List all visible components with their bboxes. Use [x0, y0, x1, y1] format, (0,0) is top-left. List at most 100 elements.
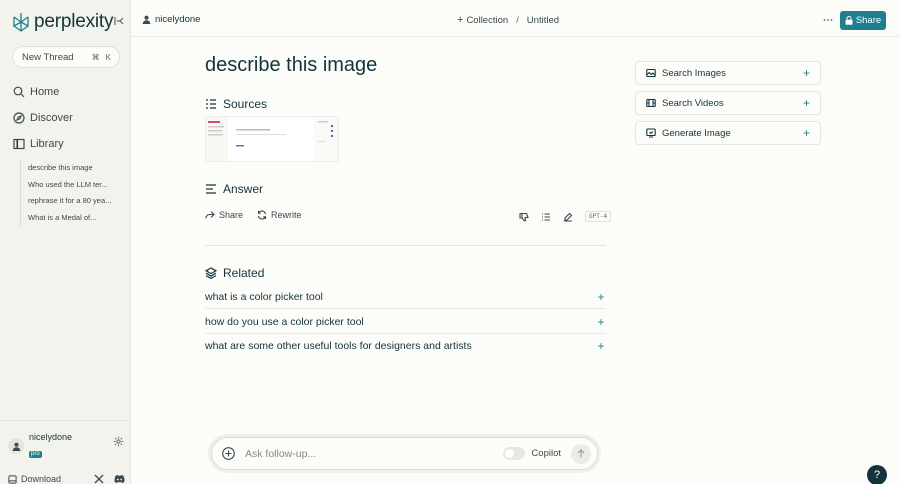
answer-actions: Share Rewrite: [205, 210, 302, 220]
header-user[interactable]: nicelydone: [142, 14, 200, 25]
sidebar-item-label: Library: [30, 138, 64, 150]
page-title: describe this image: [205, 54, 378, 76]
download-button[interactable]: Download: [8, 474, 61, 484]
video-icon: [646, 98, 656, 108]
section-divider: [205, 245, 606, 246]
answer-icon: [206, 184, 216, 194]
download-label: Download: [21, 474, 62, 484]
rewrite-button[interactable]: Rewrite: [257, 210, 302, 220]
help-label: ?: [873, 469, 881, 481]
plus-icon: +: [597, 339, 605, 353]
sidebar-item-label: Discover: [30, 112, 73, 124]
library-item[interactable]: describe this image: [28, 160, 118, 177]
list-icon[interactable]: [541, 212, 551, 222]
layers-icon: [205, 267, 217, 279]
generate-image-label: Generate Image: [662, 127, 731, 139]
help-button[interactable]: ?: [867, 465, 887, 484]
search-images-label: Search Images: [662, 67, 726, 79]
related-label: Related: [223, 266, 265, 280]
related-question-text: what are some other useful tools for des…: [205, 340, 472, 352]
collection-label: Collection: [466, 14, 509, 26]
pro-badge: pro: [29, 451, 42, 458]
sidebar: perplexity New Thread ⌘ K Home Discover …: [0, 0, 131, 484]
plus-icon: +: [802, 96, 810, 110]
k-key: K: [105, 52, 111, 62]
rewrite-label: Rewrite: [271, 210, 302, 220]
plus-icon: +: [597, 314, 605, 329]
gear-icon[interactable]: [113, 436, 124, 447]
share-button[interactable]: Share: [840, 11, 886, 30]
answer-share-label: Share: [219, 210, 244, 220]
related-question[interactable]: what are some other useful tools for des…: [205, 334, 606, 358]
copilot-toggle[interactable]: [503, 447, 526, 460]
image-icon: [646, 68, 656, 78]
x-twitter-icon[interactable]: [94, 474, 104, 484]
thumbs-down-icon[interactable]: [519, 212, 529, 222]
search-icon: [13, 86, 25, 98]
generate-image-button[interactable]: Generate Image +: [635, 121, 821, 145]
library-item[interactable]: What is a Medal of...: [28, 210, 118, 227]
add-attachment-icon[interactable]: [222, 447, 235, 460]
logo-text: perplexity: [34, 11, 114, 32]
search-videos-button[interactable]: Search Videos +: [635, 91, 821, 115]
breadcrumb-separator: /: [516, 14, 519, 26]
cmd-key: ⌘: [91, 52, 100, 62]
model-badge: GPT-4: [585, 211, 612, 222]
library-item[interactable]: rephrase it for a 80 yea...: [28, 193, 118, 210]
search-images-button[interactable]: Search Images +: [635, 61, 821, 85]
search-videos-label: Search Videos: [662, 97, 724, 109]
add-collection-button[interactable]: + Collection: [457, 14, 508, 26]
discord-icon[interactable]: [114, 474, 125, 484]
answer-tools: GPT-4: [519, 211, 612, 222]
follow-up-bar: Ask follow-up... Copilot: [211, 437, 598, 470]
shortcut-keys: ⌘ K: [92, 53, 111, 62]
arrow-up-icon: [577, 449, 585, 458]
sidebar-item-label: Home: [30, 86, 60, 98]
sidebar-item-discover[interactable]: Discover: [13, 112, 73, 124]
new-thread-button[interactable]: New Thread ⌘ K: [12, 46, 120, 68]
related-question[interactable]: how do you use a color picker tool +: [205, 310, 606, 334]
library-list: describe this image Who used the LLM ter…: [20, 160, 118, 226]
sidebar-item-library[interactable]: Library: [13, 138, 64, 150]
breadcrumb: + Collection / Untitled: [457, 14, 559, 26]
new-thread-label: New Thread: [22, 51, 74, 63]
answer-heading: Answer: [205, 182, 263, 196]
main-content: describe this image Sources Answer Share…: [131, 37, 900, 484]
logo[interactable]: perplexity: [12, 11, 114, 33]
submit-button[interactable]: [571, 443, 591, 464]
source-thumbnail[interactable]: [205, 116, 339, 162]
answer-label: Answer: [223, 182, 264, 196]
user-icon: [142, 15, 151, 24]
edit-icon[interactable]: [563, 212, 573, 222]
header-user-name: nicelydone: [155, 14, 201, 25]
follow-up-input[interactable]: Ask follow-up...: [245, 448, 316, 460]
related-question[interactable]: what is a color picker tool +: [205, 285, 606, 309]
copilot-label: Copilot: [531, 448, 561, 459]
plus-icon: +: [802, 126, 810, 140]
sidebar-item-home[interactable]: Home: [13, 86, 59, 98]
library-item[interactable]: Who used the LLM ter...: [28, 177, 118, 194]
perplexity-logo-icon: [13, 13, 29, 32]
download-icon: [8, 474, 17, 484]
related-question-text: what is a color picker tool: [205, 290, 323, 303]
collapse-sidebar-icon[interactable]: [112, 14, 126, 28]
plus-icon: +: [802, 66, 810, 80]
sources-icon: [206, 99, 216, 109]
related-heading: Related: [205, 266, 264, 280]
share-label: Share: [855, 15, 882, 26]
avatar: [8, 438, 24, 454]
sidebar-divider: [0, 420, 131, 421]
answer-share-button[interactable]: Share: [205, 210, 243, 220]
more-options-icon[interactable]: [823, 15, 833, 25]
user-profile[interactable]: nicelydone pro: [8, 432, 72, 460]
source-preview-image: [206, 117, 338, 161]
user-name: nicelydone: [29, 432, 73, 442]
plus-icon: +: [457, 14, 464, 26]
refresh-icon: [257, 210, 267, 220]
page-name[interactable]: Untitled: [527, 15, 559, 26]
related-question-text: how do you use a color picker tool: [205, 315, 364, 328]
share-arrow-icon: [205, 211, 215, 219]
plus-icon: +: [597, 289, 605, 304]
sources-label: Sources: [223, 97, 268, 111]
header: nicelydone + Collection / Untitled Share: [131, 0, 900, 37]
